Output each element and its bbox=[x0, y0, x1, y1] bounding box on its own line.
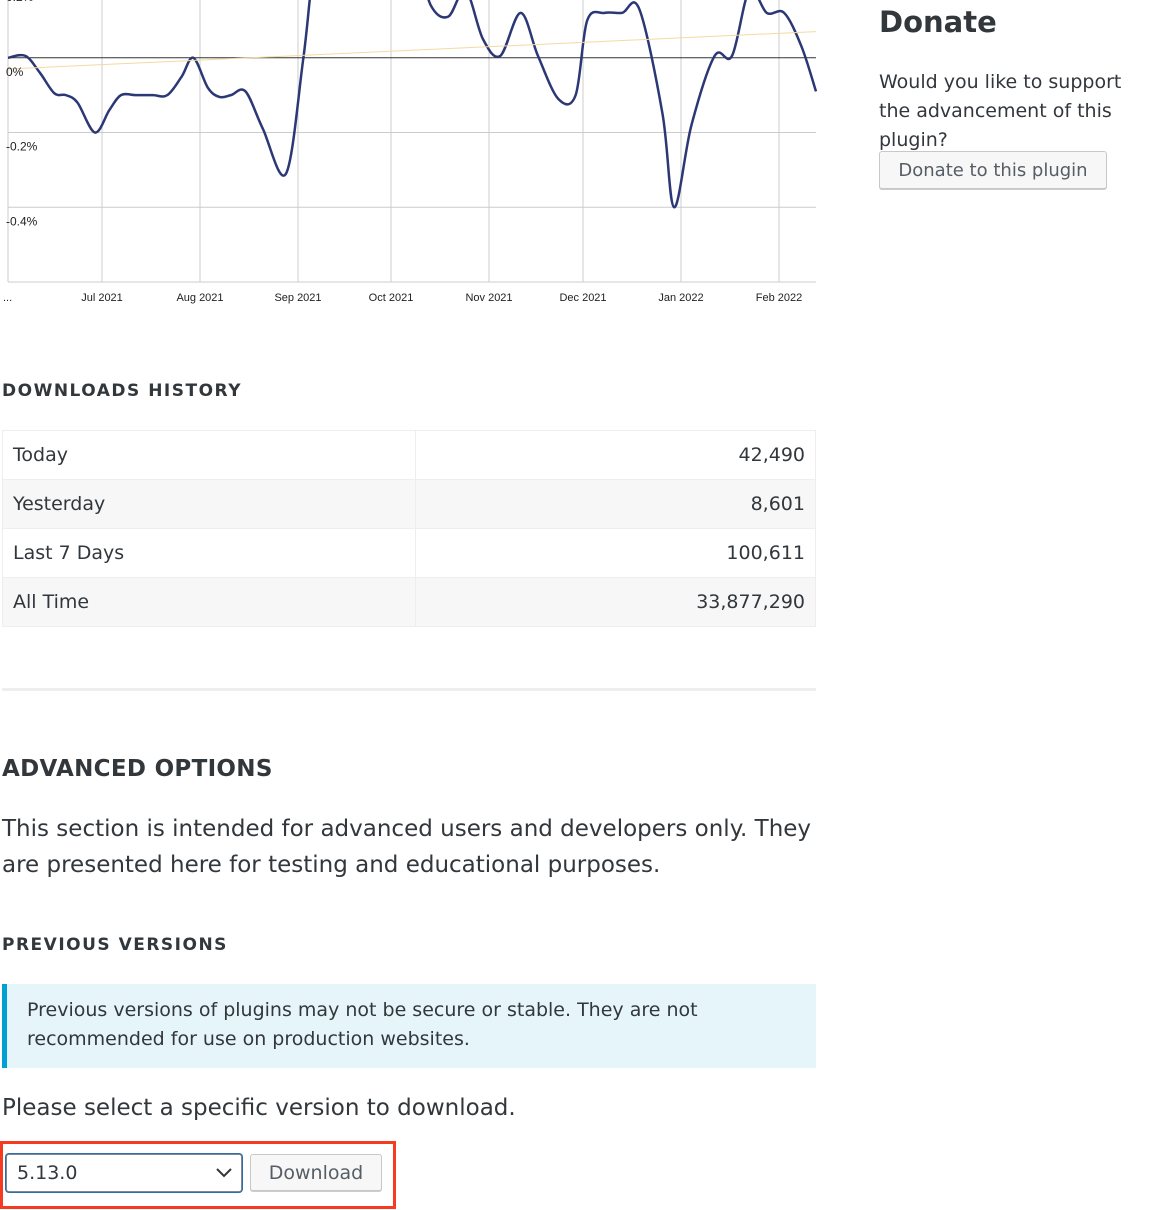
table-row: Yesterday 8,601 bbox=[2, 479, 816, 529]
advanced-options-title: ADVANCED OPTIONS bbox=[2, 756, 273, 782]
x-tick-label: Jul 2021 bbox=[81, 292, 123, 304]
y-tick-label: -0.2% bbox=[6, 140, 38, 154]
y-tick-label: 0% bbox=[6, 65, 24, 79]
active-versions-chart: 0.2% 0% -0.2% -0.4%... Jul 2021 Aug 2021 Sep 2… bbox=[0, 0, 830, 320]
x-tick-label: Feb 2022 bbox=[756, 292, 802, 304]
row-value: 100,611 bbox=[415, 528, 816, 578]
x-tick-label: Sep 2021 bbox=[274, 292, 321, 304]
row-label: Yesterday bbox=[2, 479, 416, 529]
downloads-history-table: Today 42,490 Yesterday 8,601 Last 7 Days… bbox=[2, 430, 816, 627]
series-line bbox=[7, 0, 818, 209]
version-select-value: 5.13.0 bbox=[17, 1162, 78, 1184]
y-tick-label: 0.2% bbox=[6, 0, 34, 4]
table-row: Today 42,490 bbox=[2, 430, 816, 480]
row-label: Today bbox=[2, 430, 416, 480]
previous-versions-title: PREVIOUS VERSIONS bbox=[2, 935, 228, 955]
row-label: All Time bbox=[2, 577, 416, 627]
donate-text: Would you like to support the advancemen… bbox=[879, 71, 1122, 151]
x-tick-label: Dec 2021 bbox=[559, 292, 606, 304]
x-tick-label: Aug 2021 bbox=[176, 292, 223, 304]
section-divider bbox=[2, 688, 816, 691]
table-row: All Time 33,877,290 bbox=[2, 577, 816, 627]
table-row: Last 7 Days 100,611 bbox=[2, 528, 816, 578]
x-tick-label: Jan 2022 bbox=[658, 292, 703, 304]
trend-line bbox=[7, 31, 817, 70]
chevron-down-icon bbox=[216, 1168, 232, 1178]
x-tick-label: ... bbox=[3, 292, 12, 304]
downloads-history-title: DOWNLOADS HISTORY bbox=[2, 381, 243, 401]
row-value: 8,601 bbox=[415, 479, 816, 529]
donate-button[interactable]: Donate to this plugin bbox=[879, 151, 1107, 189]
download-button[interactable]: Download bbox=[250, 1154, 382, 1191]
chart-svg: 0.2% 0% -0.2% -0.4%... Jul 2021 Aug 2021 Sep 2… bbox=[3, 0, 818, 304]
row-value: 33,877,290 bbox=[415, 577, 816, 627]
notice-text: Previous versions of plugins may not be … bbox=[27, 999, 698, 1050]
x-tick-label: Oct 2021 bbox=[369, 292, 414, 304]
select-version-prompt: Please select a specific version to down… bbox=[2, 1095, 516, 1121]
x-tick-label: Nov 2021 bbox=[465, 292, 512, 304]
row-label: Last 7 Days bbox=[2, 528, 416, 578]
row-value: 42,490 bbox=[415, 430, 816, 480]
warning-notice: Previous versions of plugins may not be … bbox=[2, 984, 816, 1068]
advanced-options-text: This section is intended for advanced us… bbox=[2, 816, 812, 878]
y-tick-label: -0.4% bbox=[6, 214, 38, 228]
version-select[interactable]: 5.13.0 bbox=[6, 1154, 242, 1192]
donate-title: Donate bbox=[879, 5, 997, 39]
